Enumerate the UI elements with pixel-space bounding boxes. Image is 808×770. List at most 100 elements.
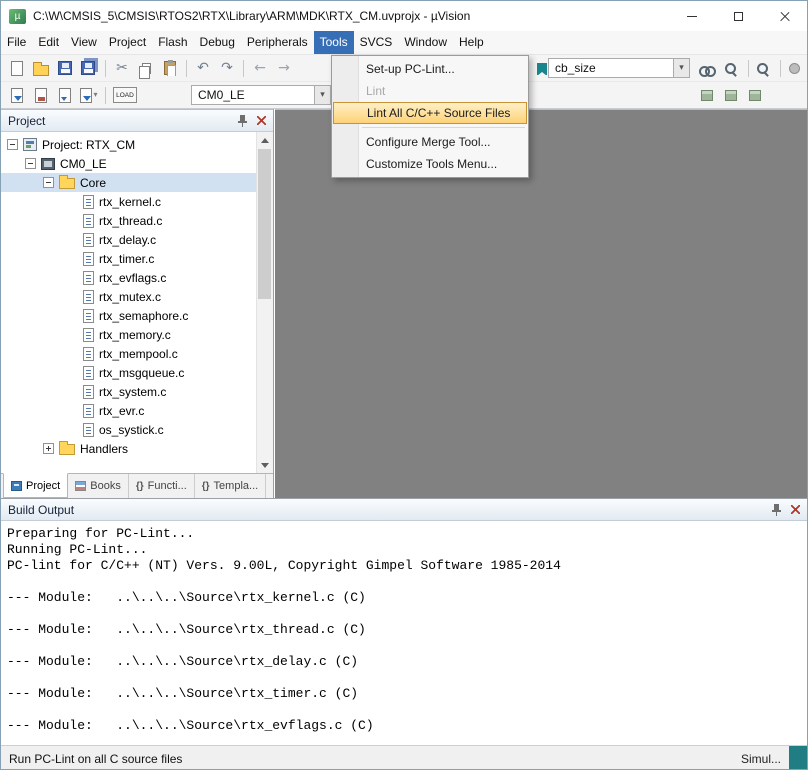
collapse-expander-icon[interactable] xyxy=(43,177,54,188)
tree-item-group-handlers[interactable]: Handlers xyxy=(1,439,256,458)
app-icon-glyph: µ xyxy=(15,11,21,22)
minimize-button[interactable] xyxy=(669,1,715,31)
batch-build-button[interactable]: ▾ xyxy=(77,84,101,107)
tree-item-file[interactable]: rtx_kernel.c xyxy=(1,192,256,211)
project-panel: Project Project: RTX_CM CM0_LE Core xyxy=(1,109,274,498)
scrollbar-thumb[interactable] xyxy=(258,149,271,299)
batch-build-icon xyxy=(80,88,92,103)
maximize-button[interactable] xyxy=(715,1,761,31)
build-output-line: PC-lint for C/C++ (NT) Vers. 9.00L, Copy… xyxy=(7,558,801,574)
tree-item-file[interactable]: rtx_memory.c xyxy=(1,325,256,344)
manage-rte-button[interactable] xyxy=(695,84,719,107)
build-button[interactable] xyxy=(29,84,53,107)
navigate-forward-button[interactable]: → xyxy=(272,57,296,80)
menu-peripherals[interactable]: Peripherals xyxy=(241,31,314,54)
navigate-back-button[interactable]: ← xyxy=(248,57,272,80)
pin-panel-button[interactable] xyxy=(234,113,250,128)
source-file-icon xyxy=(83,290,94,304)
scroll-up-button[interactable] xyxy=(257,132,273,148)
manage-components-button[interactable] xyxy=(743,84,767,107)
scroll-down-button[interactable] xyxy=(257,457,273,473)
pin-panel-button[interactable] xyxy=(768,502,784,517)
tree-vertical-scrollbar[interactable] xyxy=(256,132,273,473)
find-combo-dropdown[interactable]: ▾ xyxy=(673,59,689,77)
tab-functions[interactable]: {} Functi... xyxy=(129,474,195,498)
rebuild-button[interactable] xyxy=(53,84,77,107)
tree-item-group-core[interactable]: Core xyxy=(1,173,256,192)
incremental-find-button[interactable] xyxy=(719,57,743,80)
tree-item-file[interactable]: rtx_thread.c xyxy=(1,211,256,230)
breakpoint-icon xyxy=(789,63,800,74)
breakpoint-button[interactable] xyxy=(782,57,806,80)
save-all-button[interactable] xyxy=(77,57,101,80)
toolbar-separator xyxy=(105,87,106,104)
build-output-header: Build Output xyxy=(1,499,807,521)
menu-item-configure-merge-tool[interactable]: Configure Merge Tool... xyxy=(332,131,528,153)
window-title: C:\W\CMSIS_5\CMSIS\RTOS2\RTX\Library\ARM… xyxy=(33,9,470,23)
cut-icon: ✂ xyxy=(116,61,128,75)
redo-button[interactable]: ↷ xyxy=(215,57,239,80)
save-button[interactable] xyxy=(53,57,77,80)
collapse-expander-icon[interactable] xyxy=(25,158,36,169)
close-panel-button[interactable] xyxy=(787,502,803,517)
menu-svcs[interactable]: SVCS xyxy=(354,31,399,54)
menu-item-lint[interactable]: Lint xyxy=(332,80,528,102)
build-icon xyxy=(35,88,47,103)
tab-templates[interactable]: {} Templa... xyxy=(195,474,266,498)
tab-books[interactable]: Books xyxy=(68,474,129,498)
find-combo[interactable]: cb_size ▾ xyxy=(548,58,690,78)
target-icon xyxy=(41,158,55,170)
menu-flash[interactable]: Flash xyxy=(152,31,193,54)
pack-installer-button[interactable] xyxy=(719,84,743,107)
find-button[interactable] xyxy=(751,57,775,80)
build-output-panel: Build Output Preparing for PC-Lint... Ru… xyxy=(1,498,807,745)
load-button[interactable]: LOAD xyxy=(110,84,140,107)
menu-file[interactable]: File xyxy=(1,31,32,54)
tree-item-file[interactable]: rtx_mempool.c xyxy=(1,344,256,363)
tree-item-file[interactable]: os_systick.c xyxy=(1,420,256,439)
collapse-expander-icon[interactable] xyxy=(7,139,18,150)
menu-edit[interactable]: Edit xyxy=(32,31,65,54)
build-output-console[interactable]: Preparing for PC-Lint... Running PC-Lint… xyxy=(1,521,807,745)
menu-window[interactable]: Window xyxy=(398,31,453,54)
close-panel-button[interactable] xyxy=(253,113,269,128)
tab-project[interactable]: Project xyxy=(3,473,68,498)
menu-item-customize-tools-menu[interactable]: Customize Tools Menu... xyxy=(332,153,528,175)
find-icon xyxy=(756,62,770,76)
menu-view[interactable]: View xyxy=(65,31,103,54)
tree-item-file[interactable]: rtx_msgqueue.c xyxy=(1,363,256,382)
open-file-button[interactable] xyxy=(29,57,53,80)
expand-expander-icon[interactable] xyxy=(43,443,54,454)
tree-item-file[interactable]: rtx_system.c xyxy=(1,382,256,401)
menu-help[interactable]: Help xyxy=(453,31,490,54)
menu-item-lint-all-sources[interactable]: Lint All C/C++ Source Files xyxy=(333,102,527,124)
undo-button[interactable]: ↶ xyxy=(191,57,215,80)
cut-button[interactable]: ✂ xyxy=(110,57,134,80)
tree-item-file[interactable]: rtx_semaphore.c xyxy=(1,306,256,325)
tree-item-file[interactable]: rtx_delay.c xyxy=(1,230,256,249)
source-file-icon xyxy=(83,423,94,437)
menu-tools[interactable]: Tools xyxy=(314,31,354,54)
find-in-files-button[interactable] xyxy=(695,57,719,80)
translate-button[interactable] xyxy=(5,84,29,107)
tree-item-file[interactable]: rtx_evflags.c xyxy=(1,268,256,287)
close-button[interactable] xyxy=(761,1,807,31)
tree-item-file[interactable]: rtx_timer.c xyxy=(1,249,256,268)
target-combo-dropdown[interactable]: ▾ xyxy=(314,86,330,104)
menu-debug[interactable]: Debug xyxy=(194,31,241,54)
toolbar-separator xyxy=(748,60,749,77)
tree-item-project-root[interactable]: Project: RTX_CM xyxy=(1,135,256,154)
copy-button[interactable] xyxy=(134,57,158,80)
menu-project[interactable]: Project xyxy=(103,31,152,54)
tree-item-file[interactable]: rtx_mutex.c xyxy=(1,287,256,306)
toolbar-separator xyxy=(186,60,187,77)
new-file-button[interactable] xyxy=(5,57,29,80)
menu-item-setup-pc-lint[interactable]: Set-up PC-Lint... xyxy=(332,58,528,80)
target-select-combo[interactable]: CM0_LE ▾ xyxy=(191,85,331,105)
tree-item-file[interactable]: rtx_evr.c xyxy=(1,401,256,420)
toolbar-separator xyxy=(243,60,244,77)
paste-icon xyxy=(164,61,176,75)
paste-button[interactable] xyxy=(158,57,182,80)
statusbar: Run PC-Lint on all C source files Simul.… xyxy=(1,745,807,770)
tree-item-target[interactable]: CM0_LE xyxy=(1,154,256,173)
